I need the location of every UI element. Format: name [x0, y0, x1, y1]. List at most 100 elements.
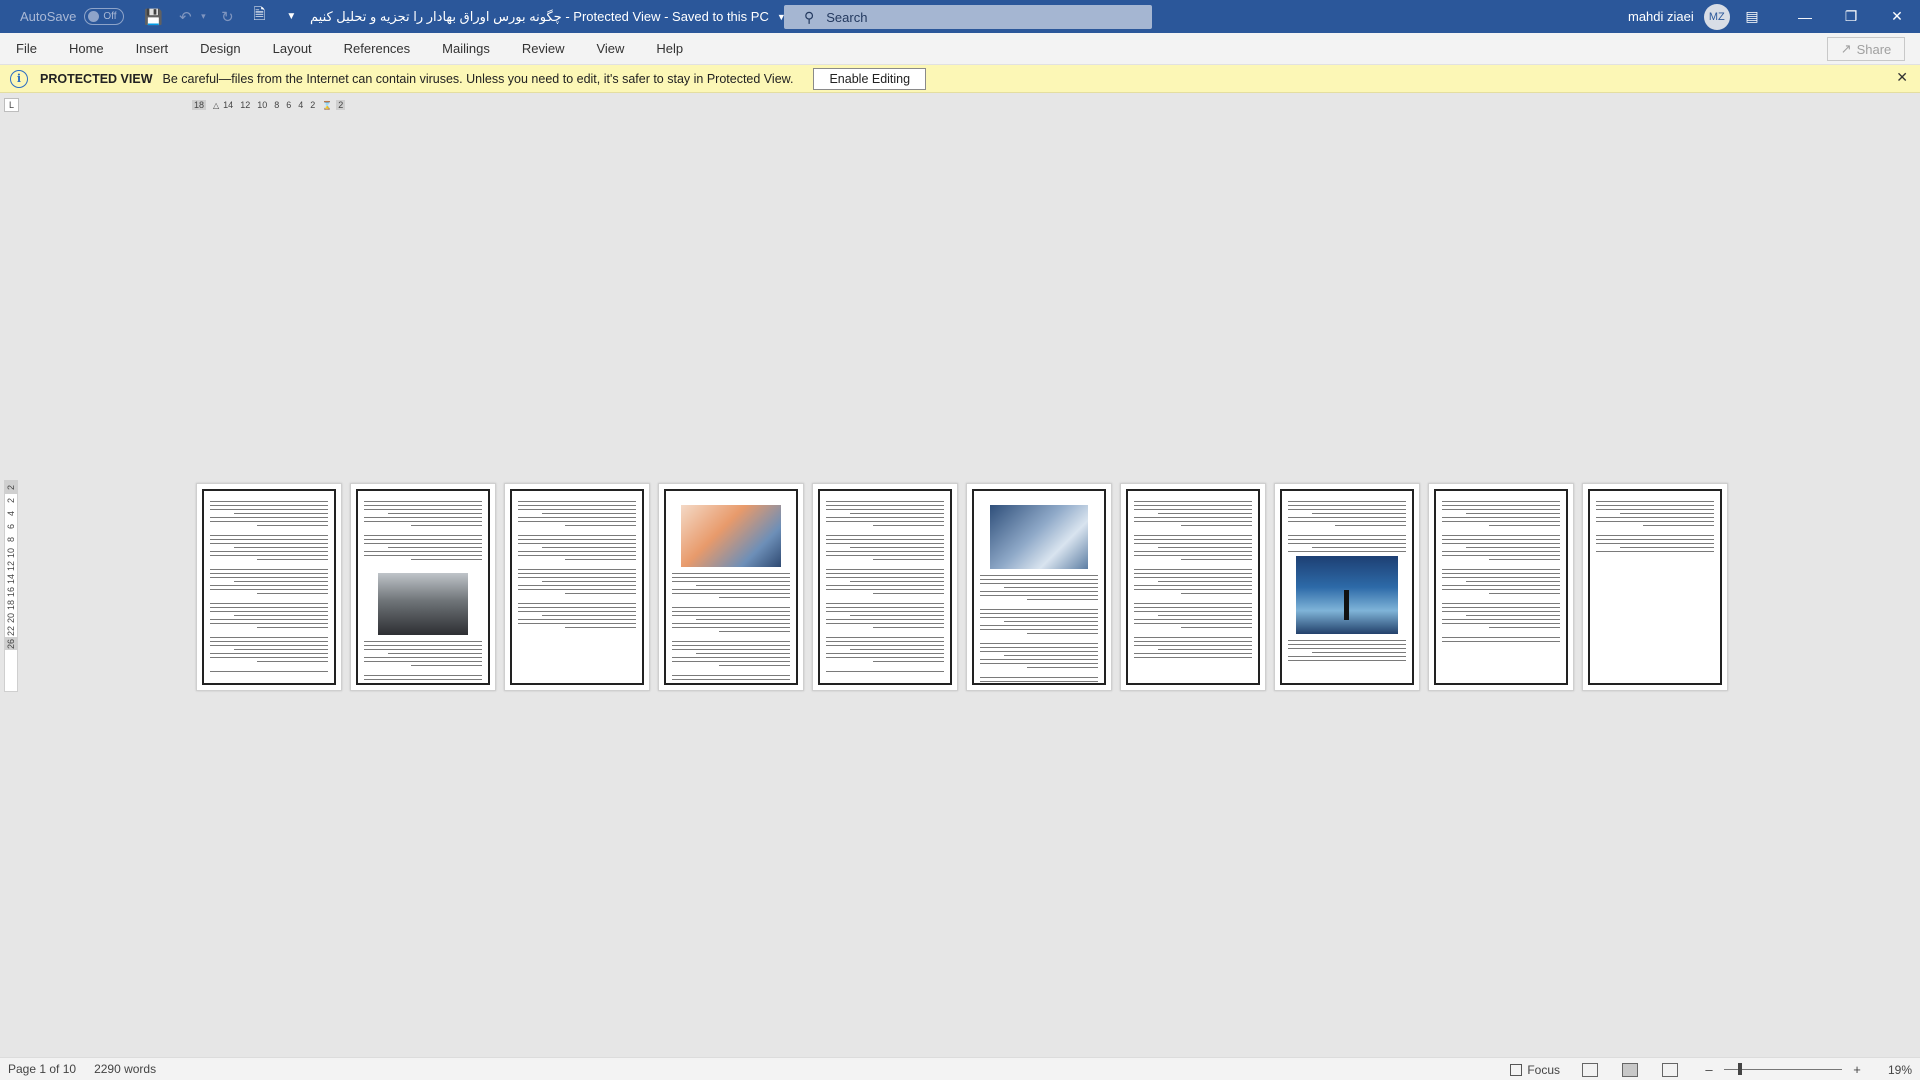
text-line — [1134, 589, 1252, 590]
redo-icon[interactable]: ↻ — [214, 4, 240, 30]
document-page[interactable] — [1428, 483, 1574, 691]
text-line — [1134, 645, 1252, 646]
document-pages[interactable] — [196, 483, 1736, 691]
document-page[interactable] — [1120, 483, 1266, 691]
tab-layout[interactable]: Layout — [257, 33, 328, 65]
document-title[interactable]: چگونه بورس اوراق بهادار را تجزیه و تحلیل… — [310, 0, 786, 33]
document-page[interactable] — [658, 483, 804, 691]
read-mode-icon[interactable] — [1582, 1062, 1598, 1077]
text-line — [541, 581, 636, 582]
tab-references[interactable]: References — [328, 33, 426, 65]
zoom-in-icon[interactable]: + — [1850, 1062, 1864, 1077]
document-page[interactable] — [196, 483, 342, 691]
text-line — [826, 521, 944, 522]
handshake-image[interactable] — [990, 505, 1088, 569]
text-line — [411, 559, 482, 560]
text-line — [672, 577, 790, 578]
text-line — [672, 683, 790, 684]
text-line — [980, 575, 1098, 576]
text-line — [1003, 621, 1098, 622]
text-line — [672, 649, 790, 650]
tab-file[interactable]: File — [0, 33, 53, 65]
stock-board-image[interactable] — [1296, 556, 1398, 634]
tab-mailings[interactable]: Mailings — [426, 33, 506, 65]
tab-selector[interactable]: L — [4, 98, 19, 112]
close-icon[interactable]: ✕ — [1874, 0, 1920, 33]
print-layout-icon[interactable] — [1622, 1062, 1638, 1077]
document-page[interactable] — [350, 483, 496, 691]
word-count[interactable]: 2290 words — [94, 1062, 156, 1076]
orange-market-image[interactable] — [681, 505, 781, 567]
indent-marker-icon[interactable]: ⌛ — [322, 101, 332, 110]
document-page[interactable] — [504, 483, 650, 691]
customize-qat-icon[interactable]: ▼ — [278, 4, 304, 30]
tab-home[interactable]: Home — [53, 33, 120, 65]
document-page[interactable] — [812, 483, 958, 691]
text-line — [364, 551, 482, 552]
autosave-toggle[interactable]: Off — [84, 8, 125, 25]
text-line — [980, 681, 1098, 682]
page-indicator[interactable]: Page 1 of 10 — [8, 1062, 76, 1076]
ruler-tick: 12 — [6, 560, 16, 571]
new-document-icon[interactable]: 🗎 — [246, 4, 272, 30]
enable-editing-button[interactable]: Enable Editing — [813, 67, 927, 90]
text-line — [1003, 655, 1098, 656]
undo-icon[interactable]: ↶ — [172, 4, 198, 30]
text-line — [1465, 513, 1560, 514]
tab-help[interactable]: Help — [640, 33, 699, 65]
close-icon[interactable]: ✕ — [1896, 69, 1908, 86]
text-line — [1442, 589, 1560, 590]
text-line — [1134, 623, 1252, 624]
autosave-control[interactable]: AutoSave Off — [0, 8, 125, 25]
horizontal-ruler[interactable]: 18 △ 14 12 10 8 6 4 2 ⌛ 2 — [192, 98, 346, 112]
text-line — [518, 539, 636, 540]
web-layout-icon[interactable] — [1662, 1062, 1678, 1077]
tab-insert[interactable]: Insert — [120, 33, 185, 65]
text-line — [364, 649, 482, 650]
document-page[interactable] — [1274, 483, 1420, 691]
minimize-icon[interactable]: — — [1782, 0, 1828, 33]
tab-view[interactable]: View — [580, 33, 640, 65]
document-page[interactable] — [966, 483, 1112, 691]
text-line — [1442, 517, 1560, 518]
document-page[interactable] — [1582, 483, 1728, 691]
focus-label: Focus — [1527, 1062, 1560, 1077]
zoom-percent[interactable]: 19% — [1878, 1063, 1912, 1077]
zoom-slider-thumb[interactable] — [1738, 1063, 1742, 1075]
text-line — [672, 607, 790, 608]
undo-dropdown-icon[interactable]: ▾ — [198, 4, 208, 30]
chess-pieces-image[interactable] — [378, 573, 468, 635]
save-icon[interactable]: 💾 — [140, 4, 166, 30]
text-line — [210, 585, 328, 586]
text-line — [1442, 577, 1560, 578]
zoom-slider[interactable] — [1724, 1063, 1842, 1075]
tab-design[interactable]: Design — [184, 33, 256, 65]
ruler-tick: 6 — [6, 524, 16, 530]
text-line — [1335, 525, 1406, 526]
text-line — [1134, 551, 1252, 552]
restore-icon[interactable]: ❐ — [1828, 0, 1874, 33]
text-line — [672, 645, 790, 646]
vertical-ruler[interactable]: 2 2 4 6 8 10 12 14 16 18 20 22 26 — [4, 480, 18, 692]
text-line — [1288, 644, 1406, 645]
text-line — [695, 585, 790, 586]
text-line — [873, 525, 944, 526]
text-line — [1288, 551, 1406, 552]
zoom-out-icon[interactable]: – — [1702, 1062, 1716, 1077]
tab-review[interactable]: Review — [506, 33, 581, 65]
ribbon-display-options-icon[interactable]: ▤ — [1722, 0, 1782, 33]
focus-button[interactable]: Focus — [1510, 1063, 1560, 1077]
search-box[interactable]: ⚲ Search — [784, 5, 1152, 29]
text-line — [849, 513, 944, 514]
text-line — [210, 573, 328, 574]
share-button[interactable]: ↗ Share — [1827, 37, 1905, 61]
text-line — [210, 535, 328, 536]
text-line — [1442, 619, 1560, 620]
text-line — [873, 661, 944, 662]
text-line — [719, 665, 790, 666]
indent-marker-icon[interactable]: △ — [213, 101, 219, 110]
text-line — [826, 573, 944, 574]
user-account[interactable]: mahdi ziaei MZ — [1628, 0, 1730, 33]
focus-icon — [1510, 1063, 1523, 1076]
text-line — [565, 525, 636, 526]
